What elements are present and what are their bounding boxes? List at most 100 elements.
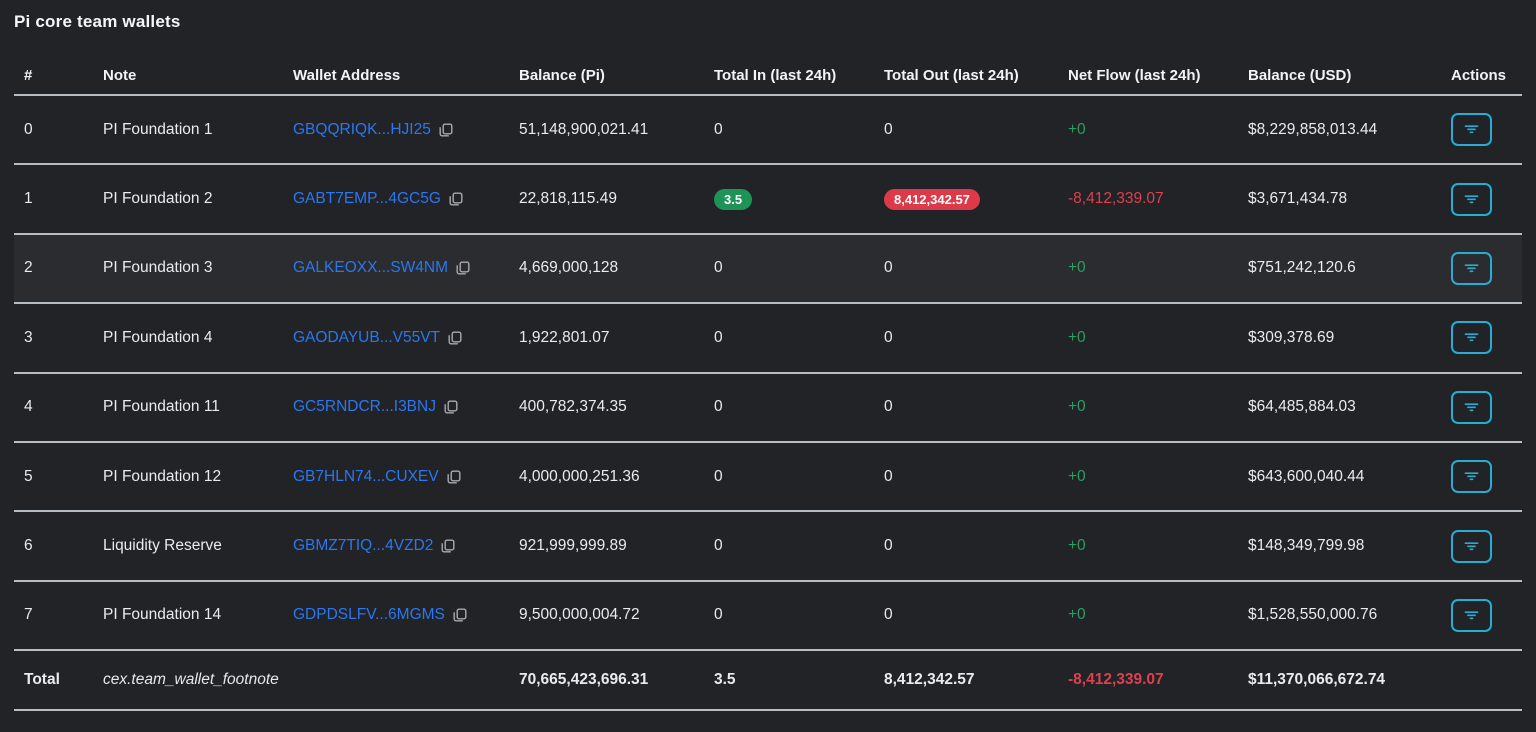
table-header: # Note Wallet Address Balance (Pi) Total… [14, 56, 1522, 96]
copy-icon[interactable] [448, 191, 464, 207]
net-flow-cell: +0 [1058, 606, 1238, 624]
row-actions-button[interactable] [1451, 182, 1492, 216]
wallet-address-value: GBMZ7TIQ...4VZD2 [293, 537, 434, 555]
actions-cell [1441, 113, 1522, 147]
wallet-address-value: GAODAYUB...V55VT [293, 328, 441, 346]
row-index-value: 0 [24, 120, 33, 138]
row-actions-button[interactable] [1451, 321, 1492, 355]
actions-cell [1441, 251, 1522, 285]
wallet-note-value: PI Foundation 12 [103, 467, 222, 485]
wallet-note: Liquidity Reserve [93, 537, 283, 555]
balance-pi-value: 9,500,000,004.72 [519, 606, 640, 624]
total-in-cell: 0 [704, 468, 874, 486]
net-flow-cell: +0 [1058, 468, 1238, 486]
balance-pi-cell: 1,922,801.07 [509, 329, 704, 347]
total-in-value: 0 [714, 537, 723, 555]
actions-cell [1441, 390, 1522, 424]
wallet-address-cell: GBQQRIQK...HJI25 [283, 121, 509, 139]
wallet-address-cell: GDPDSLFV...6MGMS [283, 606, 509, 624]
wallet-address-link[interactable]: GDPDSLFV...6MGMS [293, 606, 445, 624]
wallet-note: PI Foundation 14 [93, 606, 283, 624]
copy-icon[interactable] [438, 122, 454, 138]
row-index: 4 [14, 398, 93, 416]
balance-usd-cell: $309,378.69 [1238, 329, 1441, 347]
total-out-value: 0 [884, 328, 893, 346]
net-flow-value: +0 [1068, 328, 1086, 346]
row-index: 7 [14, 606, 93, 624]
balance-usd-value: $148,349,799.98 [1248, 537, 1365, 555]
copy-icon[interactable] [447, 330, 463, 346]
row-actions-button[interactable] [1451, 529, 1492, 563]
total-in-value: 0 [714, 467, 723, 485]
total-out-value: 8,412,342.57 [884, 188, 980, 210]
balance-usd-cell: $751,242,120.6 [1238, 259, 1441, 277]
wallet-address-link[interactable]: GALKEOXX...SW4NM [293, 259, 448, 277]
wallet-note-value: PI Foundation 2 [103, 190, 213, 208]
balance-pi-cell: 22,818,115.49 [509, 190, 704, 208]
net-flow-value: +0 [1068, 467, 1086, 485]
table-row: 1 PI Foundation 2 GABT7EMP...4GC5G 22,81… [14, 165, 1522, 235]
row-actions-button[interactable] [1451, 390, 1492, 424]
row-index: 2 [14, 259, 93, 277]
row-index-value: 1 [24, 190, 33, 208]
wallet-address-link[interactable]: GC5RNDCR...I3BNJ [293, 398, 436, 416]
total-balance-usd: $11,370,066,672.74 [1248, 671, 1386, 689]
net-flow-value: +0 [1068, 606, 1086, 624]
actions-cell [1441, 182, 1522, 216]
wallet-note-value: PI Foundation 11 [103, 398, 220, 416]
total-out-cell: 0 [874, 121, 1058, 139]
wallet-address-cell: GC5RNDCR...I3BNJ [283, 398, 509, 416]
balance-usd-cell: $148,349,799.98 [1238, 537, 1441, 555]
balance-usd-value: $8,229,858,013.44 [1248, 120, 1378, 138]
total-in-value: 0 [714, 606, 723, 624]
balance-usd-value: $643,600,040.44 [1248, 467, 1365, 485]
row-actions-button[interactable] [1451, 251, 1492, 285]
wallet-address-link[interactable]: GBMZ7TIQ...4VZD2 [293, 537, 433, 555]
copy-icon[interactable] [443, 399, 459, 415]
row-index-value: 4 [24, 398, 33, 416]
total-out-cell: 0 [874, 537, 1058, 555]
balance-usd-cell: $643,600,040.44 [1238, 468, 1441, 486]
actions-cell [1441, 321, 1522, 355]
total-out-value: 0 [884, 259, 893, 277]
total-label: Total [24, 671, 60, 689]
row-index-value: 5 [24, 467, 33, 485]
copy-icon[interactable] [455, 260, 471, 276]
total-balance-pi: 70,665,423,696.31 [519, 671, 649, 689]
copy-icon[interactable] [446, 469, 462, 485]
net-flow-value: -8,412,339.07 [1068, 190, 1164, 208]
row-actions-button[interactable] [1451, 460, 1492, 494]
row-actions-button[interactable] [1451, 598, 1492, 632]
page-title: Pi core team wallets [14, 12, 181, 31]
wallet-note: PI Foundation 3 [93, 259, 283, 277]
wallet-address-link[interactable]: GB7HLN74...CUXEV [293, 468, 439, 486]
table-row: 5 PI Foundation 12 GB7HLN74...CUXEV 4,00… [14, 443, 1522, 513]
total-out-cell: 0 [874, 329, 1058, 347]
copy-icon[interactable] [452, 607, 468, 623]
wallet-address-value: GC5RNDCR...I3BNJ [293, 398, 436, 416]
total-out: 8,412,342.57 [884, 671, 975, 689]
row-index-value: 6 [24, 537, 33, 555]
row-index: 6 [14, 537, 93, 555]
balance-pi-value: 4,000,000,251.36 [519, 467, 640, 485]
wallet-address-cell: GABT7EMP...4GC5G [283, 190, 509, 208]
wallet-address-link[interactable]: GBQQRIQK...HJI25 [293, 121, 431, 139]
net-flow-cell: +0 [1058, 537, 1238, 555]
net-flow-cell: +0 [1058, 398, 1238, 416]
col-header-net-flow: Net Flow (last 24h) [1068, 66, 1201, 84]
filter-icon [1464, 611, 1479, 620]
page: Pi core team wallets # Note Wallet Addre… [0, 0, 1536, 712]
total-in-value: 0 [714, 328, 723, 346]
wallet-address-value: GALKEOXX...SW4NM [293, 259, 449, 277]
col-header-actions: Actions [1451, 66, 1507, 84]
actions-cell [1441, 529, 1522, 563]
net-flow-cell: +0 [1058, 329, 1238, 347]
wallet-address-link[interactable]: GAODAYUB...V55VT [293, 329, 440, 347]
wallet-address-link[interactable]: GABT7EMP...4GC5G [293, 190, 441, 208]
total-in-value: 0 [714, 259, 723, 277]
col-header-total-out: Total Out (last 24h) [884, 66, 1019, 84]
wallet-note: PI Foundation 4 [93, 329, 283, 347]
net-flow-value: +0 [1068, 537, 1086, 555]
copy-icon[interactable] [440, 538, 456, 554]
row-actions-button[interactable] [1451, 113, 1492, 147]
